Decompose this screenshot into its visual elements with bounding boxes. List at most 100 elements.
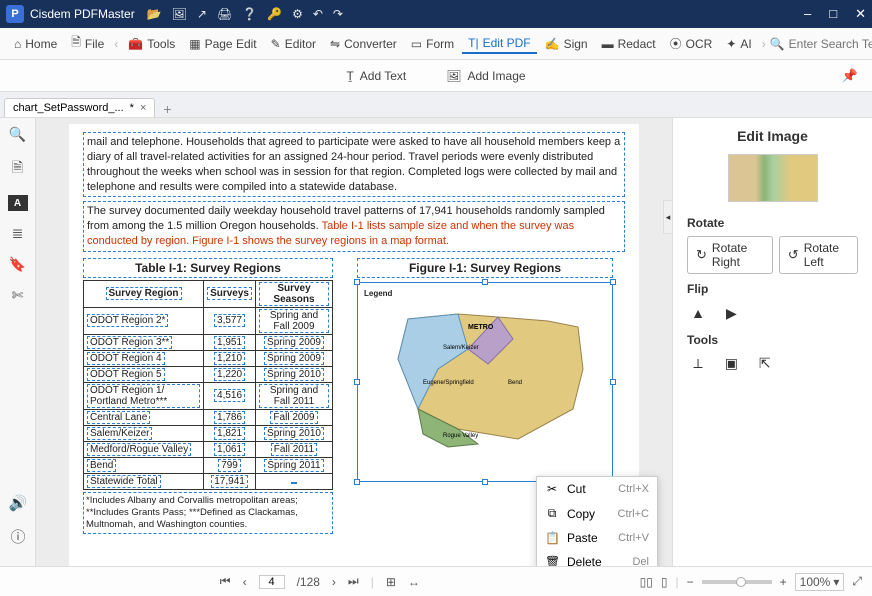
minimize-button[interactable]: –: [804, 6, 811, 22]
share-icon[interactable]: ↗: [197, 7, 207, 21]
table-row[interactable]: ODOT Region 3**1,951Spring 2009: [84, 334, 333, 350]
pin-icon[interactable]: 📌: [842, 68, 858, 84]
gear-icon[interactable]: ⚙: [292, 7, 303, 21]
collapse-right-button[interactable]: ◂: [663, 200, 673, 234]
ctx-paste[interactable]: 📋PasteCtrl+V: [537, 526, 657, 550]
open-icon[interactable]: 📂: [147, 7, 162, 21]
table-row[interactable]: Medford/Rogue Valley1,061Fall 2011: [84, 441, 333, 457]
map-image[interactable]: Legend METRO Salem/Keizer Eugene/Springf…: [357, 282, 613, 482]
nav-editor[interactable]: ✎Editor: [265, 34, 322, 54]
search-icon: 🔍: [770, 37, 785, 51]
tab-close-icon[interactable]: ×: [140, 102, 146, 114]
flip-vertical-button[interactable]: ▲: [687, 302, 709, 324]
crop-tool-icon[interactable]: ✄: [12, 287, 24, 304]
nav-file[interactable]: 🗎File: [65, 30, 110, 57]
single-view-button[interactable]: ▯: [661, 575, 668, 589]
fullscreen-button[interactable]: ⤢: [852, 574, 862, 589]
help-icon[interactable]: ❔: [242, 7, 257, 21]
prev-page-button[interactable]: ‹: [243, 575, 247, 589]
zoom-value: 100%: [800, 575, 831, 589]
rotate-left-button[interactable]: ↺Rotate Left: [779, 236, 858, 274]
resize-handle[interactable]: [610, 379, 616, 385]
document-viewport[interactable]: mail and telephone. Households that agre…: [36, 118, 672, 566]
table-row[interactable]: Salem/Keizer1,821Spring 2010: [84, 425, 333, 441]
info-icon[interactable]: ⓘ: [10, 526, 25, 547]
nav-sign[interactable]: ✍Sign: [539, 34, 594, 54]
ctx-copy[interactable]: ⧉CopyCtrl+C: [537, 501, 657, 526]
table-row[interactable]: ODOT Region 51,220Spring 2010: [84, 366, 333, 382]
print-icon[interactable]: 🖨: [217, 7, 232, 21]
close-button[interactable]: ✕: [855, 6, 866, 22]
resize-handle[interactable]: [482, 479, 488, 485]
figure-title[interactable]: Figure I-1: Survey Regions: [357, 258, 613, 278]
zoom-in-button[interactable]: +: [780, 575, 787, 589]
sound-icon[interactable]: 🔊: [9, 494, 28, 512]
zoom-knob[interactable]: [736, 577, 746, 587]
table-row[interactable]: ODOT Region 1/ Portland Metro***4,516Spr…: [84, 382, 333, 409]
resize-handle[interactable]: [482, 279, 488, 285]
nav-converter[interactable]: ⇋Converter: [324, 34, 403, 54]
paragraph-1[interactable]: mail and telephone. Households that agre…: [83, 132, 625, 197]
form-label: Form: [426, 37, 454, 51]
fit-width-button[interactable]: ↔: [408, 575, 420, 589]
table-title[interactable]: Table I-1: Survey Regions: [83, 258, 333, 278]
chevron-right-icon[interactable]: ›: [760, 37, 768, 51]
key-icon[interactable]: 🔑: [267, 7, 282, 21]
th-region: Survey Region: [106, 287, 182, 300]
image-icon[interactable]: 🖼: [172, 7, 187, 21]
resize-handle[interactable]: [610, 279, 616, 285]
ctx-delete[interactable]: 🗑DeleteDel: [537, 550, 657, 566]
nav-pageedit[interactable]: ▦Page Edit: [183, 34, 262, 54]
nav-home[interactable]: ⌂Home: [8, 34, 63, 54]
table-row[interactable]: Bend799Spring 2011: [84, 457, 333, 473]
nav-ocr[interactable]: ⦿OCR: [664, 32, 719, 55]
right-panel: ◂ Edit Image Rotate ↻Rotate Right ↺Rotat…: [672, 118, 872, 566]
paragraph-2[interactable]: The survey documented daily weekday hous…: [83, 201, 625, 252]
survey-table[interactable]: Survey RegionSurveysSurvey Seasons ODOT …: [83, 280, 333, 490]
nav-ai[interactable]: ✦AI: [720, 34, 757, 54]
list-tool-icon[interactable]: ≣: [12, 225, 24, 242]
nav-redact[interactable]: ▬Redact: [596, 34, 662, 54]
maximize-button[interactable]: □: [829, 6, 837, 22]
search-input[interactable]: [789, 37, 872, 51]
next-page-button[interactable]: ›: [332, 575, 336, 589]
table-footnote[interactable]: *Includes Albany and Corvallis metropoli…: [83, 492, 333, 534]
rotate-right-button[interactable]: ↻Rotate Right: [687, 236, 773, 274]
text-tool-icon[interactable]: A: [8, 195, 28, 211]
zoom-out-button[interactable]: −: [687, 575, 694, 589]
replace-button[interactable]: ▣: [720, 353, 742, 375]
search-tool-icon[interactable]: 🔍: [9, 126, 26, 143]
resize-handle[interactable]: [354, 479, 360, 485]
add-image-button[interactable]: 🖼Add Image: [446, 69, 525, 83]
nav-form[interactable]: ▭Form: [405, 34, 460, 54]
chevron-left-icon[interactable]: ‹: [112, 37, 120, 51]
th-season: Survey Seasons: [259, 282, 329, 306]
page-input[interactable]: [259, 575, 285, 589]
resize-handle[interactable]: [354, 379, 360, 385]
table-row[interactable]: Central Lane1,786Fall 2009: [84, 409, 333, 425]
add-tab-button[interactable]: +: [163, 101, 171, 117]
ctx-cut[interactable]: ✂CutCtrl+X: [537, 477, 657, 501]
bookmark-tool-icon[interactable]: 🔖: [9, 256, 26, 273]
resize-handle[interactable]: [354, 279, 360, 285]
document-tab[interactable]: chart_SetPassword_...* ×: [4, 98, 155, 117]
first-page-button[interactable]: ⏮: [220, 574, 231, 589]
fit-page-button[interactable]: ⊞: [386, 575, 396, 589]
file-icon: 🗎: [71, 33, 81, 54]
nav-editpdf[interactable]: T|Edit PDF: [462, 33, 536, 54]
last-page-button[interactable]: ⏭: [348, 574, 359, 589]
search-box[interactable]: 🔍: [770, 37, 872, 51]
continuous-view-button[interactable]: ▯▯: [640, 575, 653, 589]
page-tool-icon[interactable]: 🗎: [12, 157, 23, 181]
table-row[interactable]: ODOT Region 2*3,577Spring and Fall 2009: [84, 307, 333, 334]
flip-horizontal-button[interactable]: ▶: [720, 303, 742, 325]
table-row[interactable]: Statewide Total17,941: [84, 473, 333, 489]
add-text-button[interactable]: ṮAdd Text: [346, 69, 406, 83]
table-row[interactable]: ODOT Region 41,210Spring 2009: [84, 350, 333, 366]
nav-tools[interactable]: 🧰Tools: [122, 34, 181, 54]
extract-button[interactable]: ⇱: [754, 353, 776, 375]
crop-button[interactable]: ⟂: [687, 353, 709, 375]
redo-icon[interactable]: ↷: [333, 7, 343, 21]
zoom-dropdown[interactable]: 100%▾: [795, 573, 845, 591]
undo-icon[interactable]: ↶: [313, 7, 323, 21]
